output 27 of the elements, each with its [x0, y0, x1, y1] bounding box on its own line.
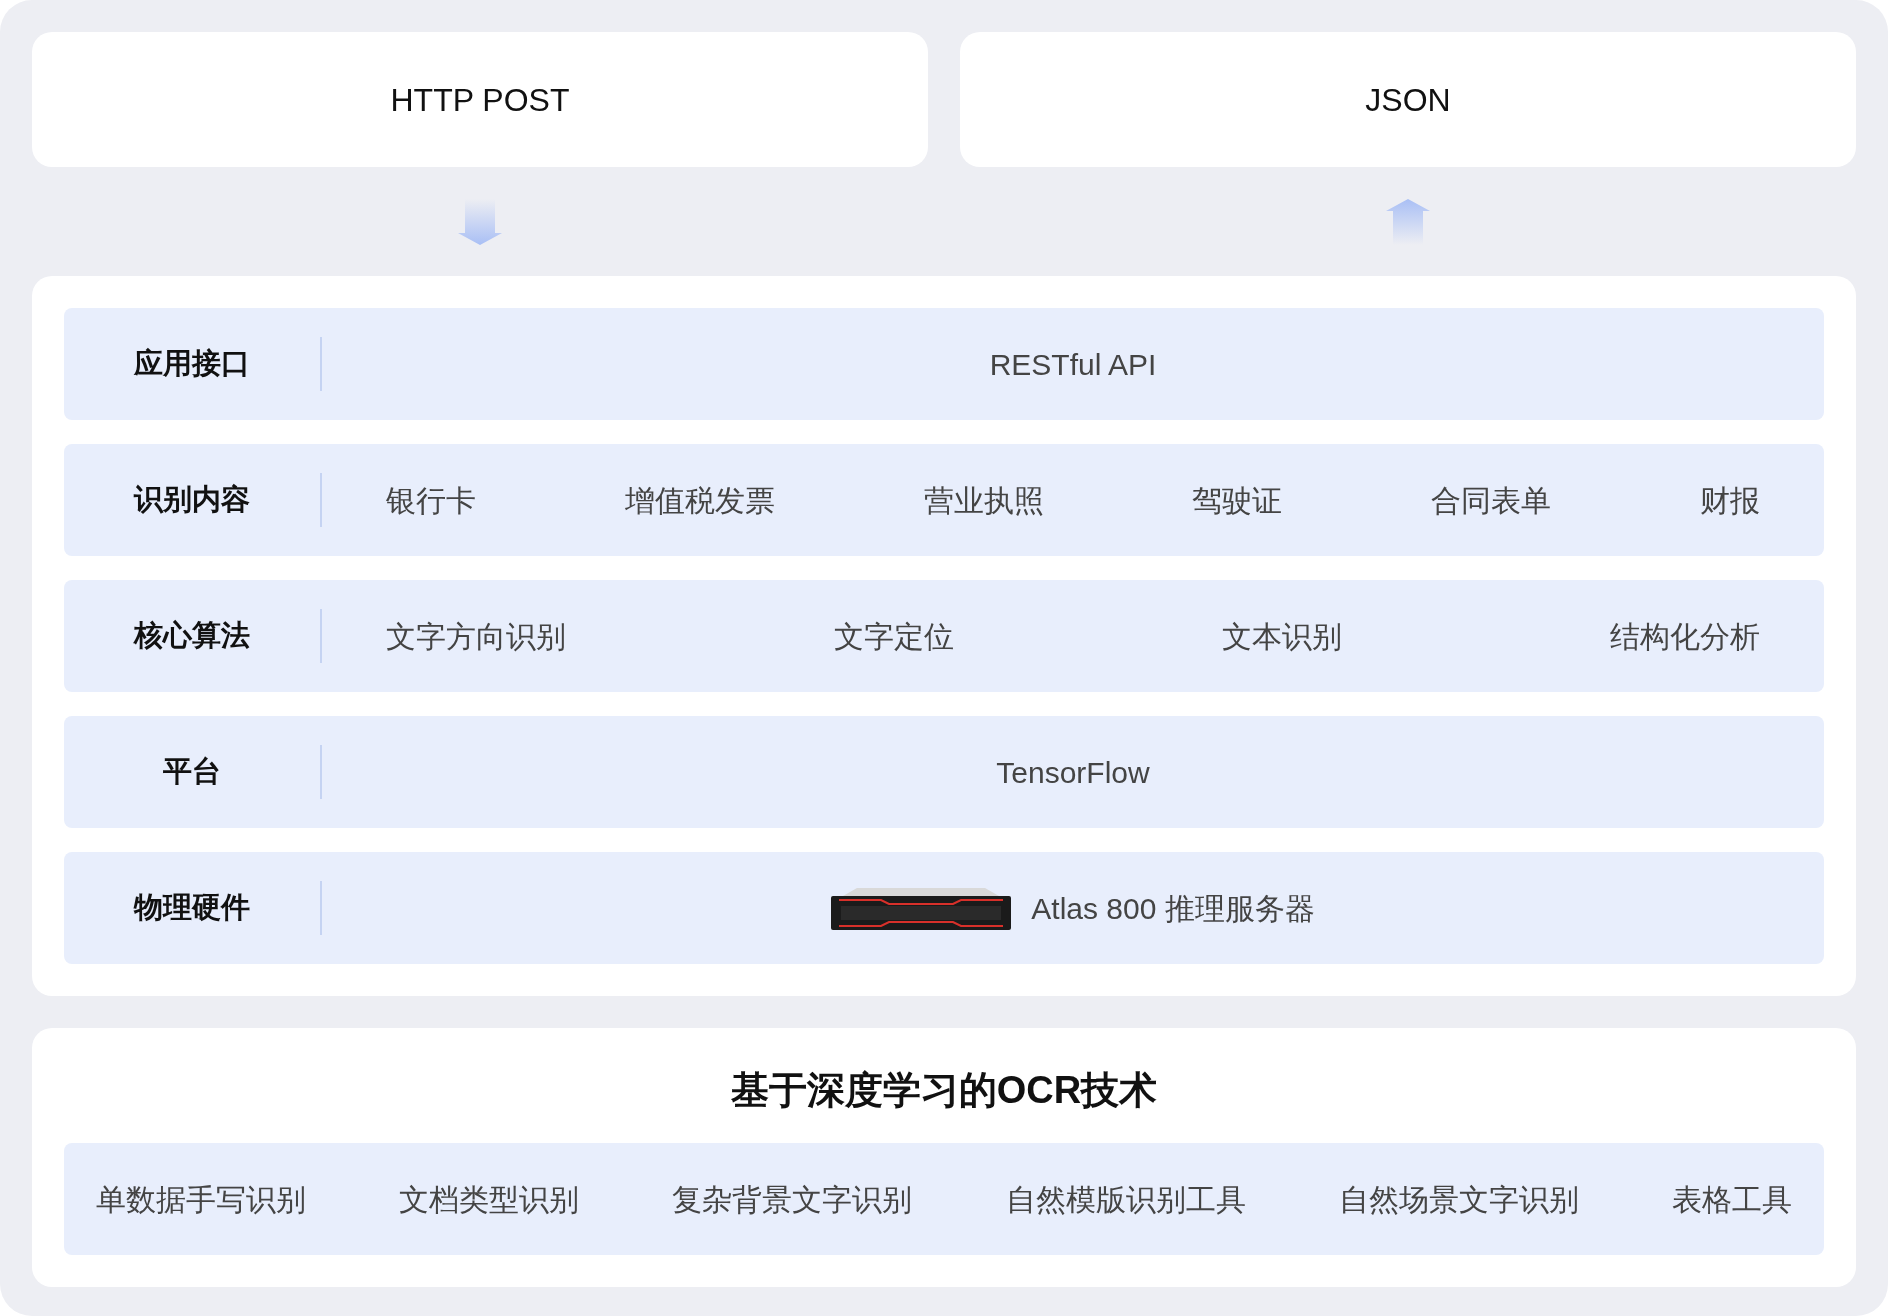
- technology-item: 自然模版识别工具: [1005, 1181, 1246, 1218]
- technology-title: 基于深度学习的OCR技术: [730, 1068, 1158, 1113]
- layer-item: 合同表单: [1431, 482, 1552, 519]
- layer-item: 文字定位: [834, 618, 954, 655]
- layer-item: 营业执照: [923, 482, 1044, 519]
- technology-item: 自然场景文字识别: [1338, 1181, 1579, 1218]
- layer-item: RESTful API: [989, 346, 1157, 383]
- layer-item: 银行卡: [386, 482, 476, 519]
- layer-item: TensorFlow: [996, 754, 1150, 791]
- layer-item: 结构化分析: [1610, 618, 1760, 655]
- layer-item: 文本识别: [1222, 618, 1342, 655]
- endpoint-label: JSON: [1365, 80, 1451, 120]
- layer-item: 文字方向识别: [386, 618, 566, 655]
- endpoint-label: HTTP POST: [390, 80, 570, 120]
- layer-item: 增值税发票: [624, 482, 775, 519]
- layer-item: Atlas 800 推理服务器: [1031, 890, 1315, 927]
- layer-label: 平台: [163, 754, 221, 790]
- layer-label: 核心算法: [134, 618, 250, 654]
- technology-item: 复杂背景文字识别: [672, 1181, 913, 1218]
- layer-label: 识别内容: [134, 482, 250, 518]
- layer-item: 财报: [1700, 482, 1760, 519]
- technology-item: 表格工具: [1671, 1181, 1792, 1218]
- layer-label: 应用接口: [134, 346, 250, 382]
- technology-item: 单数据手写识别: [96, 1181, 306, 1218]
- layer-label: 物理硬件: [134, 890, 250, 926]
- layer-item: 驾驶证: [1192, 482, 1283, 519]
- technology-item: 文档类型识别: [399, 1181, 580, 1218]
